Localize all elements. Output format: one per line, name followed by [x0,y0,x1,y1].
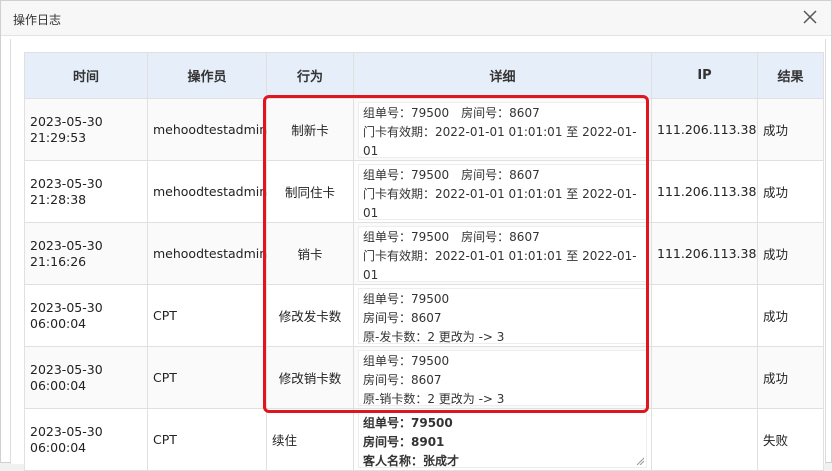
cell-clock: 21:16:26 [30,253,87,269]
dialog-titlebar: 操作日志 [1,1,831,36]
cell-action: 续住 [266,408,354,471]
detail-line: 房间号：8901 [363,434,445,449]
cell-time: 2023-05-30 06:00:04 [24,284,148,347]
cell-time: 2023-05-30 06:00:04 [24,408,148,471]
detail-line: 组单号：79500 房间号：8607 [363,167,540,182]
cell-clock: 21:29:53 [30,129,87,145]
cell-detail: 组单号：79500 房间号：8607 门卡有效期：2022-01-01 01:01… [353,222,652,285]
cell-operator: mehoodtestadmin [147,222,267,285]
cell-detail: 组单号：79500 房间号：8607 原-销卡数：2 更改为 -> 3 [353,346,652,409]
detail-line: 门卡有效期：2022-01-01 01:01:01 至 2022-01-01 [363,248,637,282]
cell-action: 修改发卡数 [266,284,354,347]
detail-line: 门卡有效期：2022-01-01 01:01:01 至 2022-01-01 [363,186,637,220]
table-row[interactable]: 2023-05-30 06:00:04 CPT 修改销卡数 组单号：79500 房间号：8… [24,346,824,409]
cell-action: 制同住卡 [266,160,354,223]
column-header-action[interactable]: 行为 [266,52,354,99]
cell-ip [651,284,758,347]
cell-detail: 组单号：79500 房间号：8607 原-发卡数：2 更改为 -> 3 [353,284,652,347]
column-header-operator[interactable]: 操作员 [147,52,267,99]
cell-time: 2023-05-30 06:00:04 [24,346,148,409]
detail-textarea[interactable]: 组单号：79500 房间号：8607 门卡有效期：2022-01-01 01:01… [358,225,647,282]
cell-operator: CPT [147,284,267,347]
detail-line: 客人名称：张成才 [363,453,460,468]
table-row[interactable]: 2023-05-30 06:00:04 CPT 续住 组单号：79500 房间号：8901… [24,408,824,471]
cell-clock: 06:00:04 [30,377,87,393]
table-row[interactable]: 2023-05-30 06:00:04 CPT 修改发卡数 组单号：79500 房间号：8… [24,284,824,347]
column-header-time[interactable]: 时间 [24,52,148,99]
cell-result: 成功 [757,284,824,347]
detail-line: 原-销卡数：2 更改为 -> 3 [363,391,505,406]
cell-detail: 组单号：79500 房间号：8607 门卡有效期：2022-01-01 01:01… [353,160,652,223]
cell-operator: CPT [147,346,267,409]
cell-ip [651,346,758,409]
cell-detail: 组单号：79500 房间号：8607 门卡有效期：2022-01-01 01:01… [353,98,652,161]
table-row[interactable]: 2023-05-30 21:28:38 mehoodtestadmin 制同住卡 组单号… [24,160,824,223]
cell-date: 2023-05-30 [30,423,103,439]
cell-result: 成功 [757,222,824,285]
detail-line: 组单号：79500 [363,353,450,368]
cell-time: 2023-05-30 21:28:38 [24,160,148,223]
cell-result: 成功 [757,98,824,161]
detail-textarea[interactable]: 组单号：79500 房间号：8607 原-发卡数：2 更改为 -> 3 [358,287,647,344]
resize-handle-icon[interactable] [636,457,644,465]
cell-date: 2023-05-30 [30,237,103,253]
detail-line: 房间号：8607 [363,310,442,325]
cell-action: 修改销卡数 [266,346,354,409]
cell-clock: 06:00:04 [30,315,87,331]
detail-line: 组单号：79500 房间号：8607 [363,105,540,120]
column-header-result[interactable]: 结果 [757,52,824,99]
close-icon[interactable] [801,8,819,26]
cell-action: 制新卡 [266,98,354,161]
cell-result: 成功 [757,346,824,409]
cell-ip: 111.206.113.38 [651,160,758,223]
detail-line: 组单号：79500 [363,415,453,430]
cell-date: 2023-05-30 [30,113,103,129]
cell-clock: 21:28:38 [30,191,87,207]
detail-line: 组单号：79500 房间号：8607 [363,229,540,244]
detail-line: 组单号：79500 [363,291,450,306]
detail-line: 房间号：8607 [363,372,442,387]
column-header-ip[interactable]: IP [651,52,758,99]
cell-operator: mehoodtestadmin [147,160,267,223]
cell-ip [651,408,758,471]
cell-result: 失败 [757,408,824,471]
table-row[interactable]: 2023-05-30 21:29:53 mehoodtestadmin 制新卡 组单号：… [24,98,824,161]
detail-textarea[interactable]: 组单号：79500 房间号：8901 客人名称：张成才 [358,411,647,468]
cell-ip: 111.206.113.38 [651,98,758,161]
detail-textarea[interactable]: 组单号：79500 房间号：8607 门卡有效期：2022-01-01 01:01… [358,163,647,220]
cell-time: 2023-05-30 21:16:26 [24,222,148,285]
cell-date: 2023-05-30 [30,299,103,315]
cell-action: 销卡 [266,222,354,285]
table-row[interactable]: 2023-05-30 21:16:26 mehoodtestadmin 销卡 组单号：7… [24,222,824,285]
cell-detail: 组单号：79500 房间号：8901 客人名称：张成才 [353,408,652,471]
cell-operator: mehoodtestadmin [147,98,267,161]
cell-operator: CPT [147,408,267,471]
dialog-title: 操作日志 [13,13,62,27]
cell-date: 2023-05-30 [30,361,103,377]
cell-date: 2023-05-30 [30,175,103,191]
cell-clock: 06:00:04 [30,439,87,455]
log-table: 时间 操作员 行为 详细 IP 结果 2023-05-30 21:29:53 meh… [24,52,824,471]
cell-time: 2023-05-30 21:29:53 [24,98,148,161]
cell-result: 成功 [757,160,824,223]
cell-ip: 111.206.113.38 [651,222,758,285]
table-header-row: 时间 操作员 行为 详细 IP 结果 [24,52,824,99]
detail-line: 门卡有效期：2022-01-01 01:01:01 至 2022-01-01 [363,124,637,158]
column-header-detail[interactable]: 详细 [353,52,652,99]
detail-line: 原-发卡数：2 更改为 -> 3 [363,329,505,344]
detail-textarea[interactable]: 组单号：79500 房间号：8607 门卡有效期：2022-01-01 01:01… [358,101,647,158]
detail-textarea[interactable]: 组单号：79500 房间号：8607 原-销卡数：2 更改为 -> 3 [358,349,647,406]
